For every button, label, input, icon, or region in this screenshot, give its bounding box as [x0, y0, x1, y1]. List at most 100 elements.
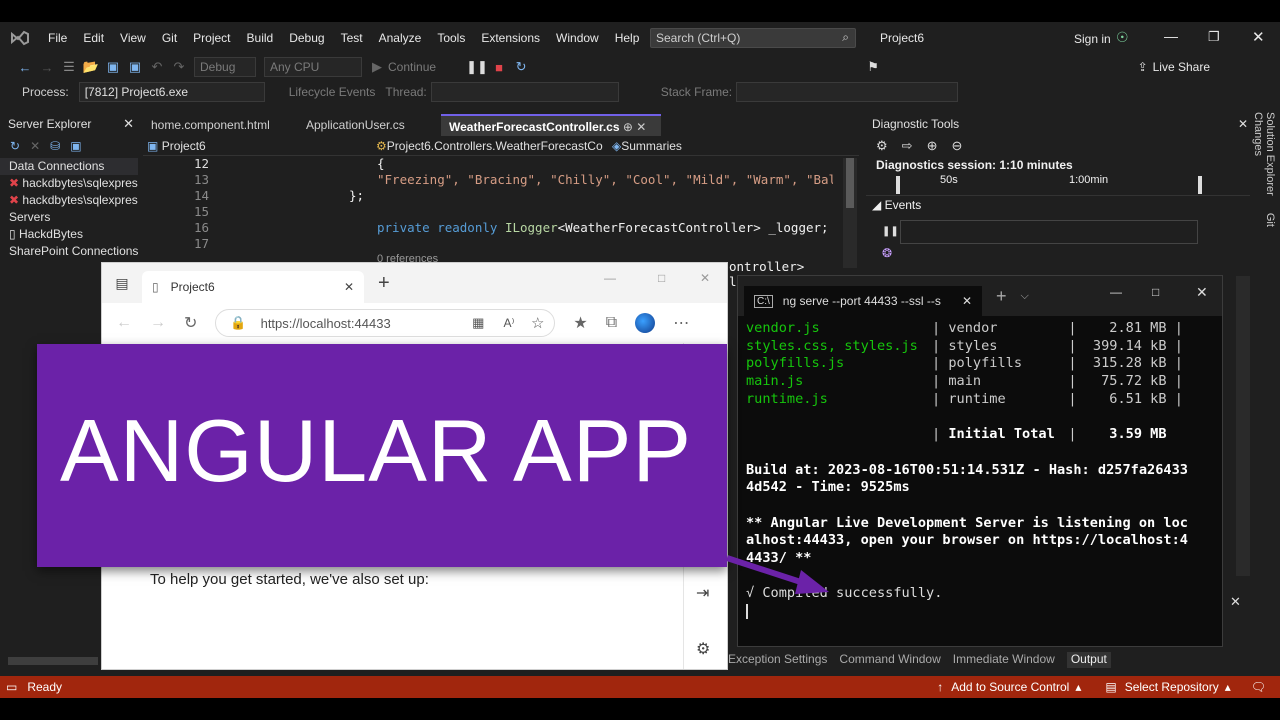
- menu-edit[interactable]: Edit: [75, 31, 112, 45]
- close-icon[interactable]: ✕: [1252, 28, 1265, 46]
- live-share-button[interactable]: Live Share: [1153, 60, 1210, 74]
- profile-avatar[interactable]: [635, 313, 656, 333]
- read-aloud-icon[interactable]: A⁾: [503, 316, 514, 330]
- maximize-icon[interactable]: □: [658, 271, 665, 285]
- export-icon[interactable]: ⇨: [902, 138, 913, 154]
- nav-member-dropdown[interactable]: ◈Summaries: [612, 139, 682, 153]
- restore-icon[interactable]: ❐: [1208, 29, 1220, 45]
- menu-test[interactable]: Test: [333, 31, 371, 45]
- vertical-scrollbar[interactable]: [843, 158, 857, 268]
- stack-frame-dropdown[interactable]: [736, 82, 959, 102]
- account-icon[interactable]: ☉: [1116, 29, 1129, 46]
- tree-sharepoint[interactable]: SharePoint Connections: [0, 243, 138, 260]
- menu-view[interactable]: View: [112, 31, 154, 45]
- tree-servers[interactable]: Servers: [0, 209, 138, 226]
- stop-icon[interactable]: ■: [488, 58, 510, 76]
- tab-actions-icon[interactable]: ▤: [102, 275, 142, 292]
- back-icon[interactable]: ←: [14, 58, 36, 76]
- url-field[interactable]: 🔒 https://localhost:44433 ▦ A⁾ ☆: [215, 309, 556, 337]
- process-dropdown[interactable]: [7812] Project6.exe: [78, 82, 265, 102]
- collections-icon[interactable]: ⧉: [606, 314, 617, 332]
- maximize-icon[interactable]: □: [1152, 285, 1159, 299]
- nav-class-dropdown[interactable]: ⚙Project6.Controllers.WeatherForecastCo: [376, 139, 612, 153]
- continue-icon[interactable]: ▶: [366, 58, 388, 76]
- browser-tab[interactable]: ▯ Project6 ✕: [142, 271, 364, 303]
- code-text[interactable]: { "Freezing", "Bracing", "Chilly", "Cool…: [213, 156, 833, 266]
- settings-gear-icon[interactable]: ⚙: [876, 138, 888, 154]
- notifications-icon[interactable]: 🗨: [1251, 680, 1266, 694]
- search-input[interactable]: Search (Ctrl+Q) ⌕: [650, 28, 856, 48]
- terminal-tab[interactable]: C:\ ng serve --port 44433 --ssl --s ✕: [744, 286, 982, 316]
- stop-refresh-icon[interactable]: ✕: [30, 139, 40, 153]
- platform-dropdown[interactable]: Any CPU: [264, 57, 362, 77]
- sidebar-split-icon[interactable]: ⇥: [696, 583, 709, 603]
- close-tab-icon[interactable]: ✕: [344, 280, 354, 294]
- minimize-icon[interactable]: —: [604, 271, 616, 285]
- tree-server-hackdbytes[interactable]: ▯ HackdBytes: [0, 226, 138, 243]
- events-section[interactable]: ◢ Events: [864, 196, 1252, 214]
- continue-button[interactable]: Continue: [388, 60, 436, 74]
- back-icon[interactable]: ←: [116, 314, 132, 332]
- redo-icon[interactable]: ↷: [168, 58, 190, 76]
- tree-connection-1[interactable]: ✖ hackdbytes\sqlexpress: [0, 175, 138, 192]
- sign-in-link[interactable]: Sign in: [1074, 32, 1111, 46]
- app-available-icon[interactable]: ▦: [472, 315, 484, 331]
- restart-icon[interactable]: ↻: [510, 58, 532, 76]
- menu-window[interactable]: Window: [548, 31, 607, 45]
- chevron-down-icon[interactable]: ⌵: [1021, 290, 1029, 303]
- tab-application-user[interactable]: ApplicationUser.cs: [298, 114, 441, 136]
- open-icon[interactable]: 📂: [80, 58, 102, 76]
- close-icon[interactable]: ✕: [123, 116, 134, 132]
- menu-debug[interactable]: Debug: [281, 31, 332, 45]
- pause-icon[interactable]: ❚❚: [466, 58, 488, 76]
- configuration-dropdown[interactable]: Debug: [194, 57, 256, 77]
- new-tab-icon[interactable]: +: [996, 286, 1007, 307]
- tab-exception-settings[interactable]: Exception Settings: [728, 652, 827, 668]
- favorites-icon[interactable]: ★: [573, 313, 587, 333]
- menu-project[interactable]: Project: [185, 31, 238, 45]
- thread-dropdown[interactable]: [430, 82, 619, 102]
- close-icon[interactable]: ✕: [1196, 284, 1208, 301]
- close-icon[interactable]: ✕: [1230, 594, 1241, 610]
- undo-icon[interactable]: ↶: [146, 58, 168, 76]
- forward-icon[interactable]: →: [36, 58, 58, 76]
- save-icon[interactable]: ▣: [102, 58, 124, 76]
- tab-immediate-window[interactable]: Immediate Window: [953, 652, 1055, 668]
- tab-home-component[interactable]: home.component.html: [143, 114, 298, 136]
- pause-icon[interactable]: ❚❚: [882, 226, 899, 237]
- refresh-icon[interactable]: ↻: [184, 313, 197, 333]
- menu-extensions[interactable]: Extensions: [473, 31, 548, 45]
- timeline-ruler[interactable]: 50s 1:00min: [866, 174, 1250, 196]
- nav-project-dropdown[interactable]: ▣ Project6: [143, 139, 376, 153]
- minimize-icon[interactable]: —: [1110, 285, 1122, 299]
- new-tab-icon[interactable]: +: [378, 272, 390, 295]
- tree-data-connections[interactable]: Data Connections: [0, 158, 138, 175]
- live-share-icon[interactable]: ⇪: [1138, 60, 1148, 74]
- menu-help[interactable]: Help: [607, 31, 648, 45]
- new-project-icon[interactable]: ☰: [58, 58, 80, 76]
- horizontal-scrollbar[interactable]: [8, 657, 98, 665]
- refresh-icon[interactable]: ↻: [10, 139, 20, 153]
- zoom-in-icon[interactable]: ⊕: [927, 138, 938, 154]
- lifecycle-events[interactable]: Lifecycle Events: [289, 85, 376, 99]
- save-all-icon[interactable]: ▣: [124, 58, 146, 76]
- connect-database-icon[interactable]: ⛁: [50, 139, 60, 153]
- tab-command-window[interactable]: Command Window: [839, 652, 940, 668]
- menu-analyze[interactable]: Analyze: [371, 31, 430, 45]
- solution-explorer-tab[interactable]: Solution Explorer: [1264, 112, 1276, 196]
- settings-gear-icon[interactable]: ⚙: [696, 639, 710, 659]
- tab-weather-forecast-controller[interactable]: WeatherForecastController.cs ⊕ ✕: [441, 114, 661, 136]
- menu-file[interactable]: File: [40, 31, 75, 45]
- close-icon[interactable]: ✕: [1238, 117, 1248, 131]
- minimize-icon[interactable]: —: [1164, 28, 1178, 44]
- menu-git[interactable]: Git: [154, 31, 185, 45]
- favorite-star-icon[interactable]: ☆: [531, 314, 544, 332]
- forward-icon[interactable]: →: [150, 314, 166, 332]
- menu-build[interactable]: Build: [239, 31, 282, 45]
- close-tab-icon[interactable]: ✕: [962, 294, 972, 308]
- tab-output[interactable]: Output: [1066, 652, 1111, 668]
- menu-tools[interactable]: Tools: [429, 31, 473, 45]
- zoom-out-icon[interactable]: ⊖: [951, 138, 962, 154]
- select-repository[interactable]: Select Repository: [1125, 680, 1219, 694]
- more-menu-icon[interactable]: ⋯: [673, 313, 689, 333]
